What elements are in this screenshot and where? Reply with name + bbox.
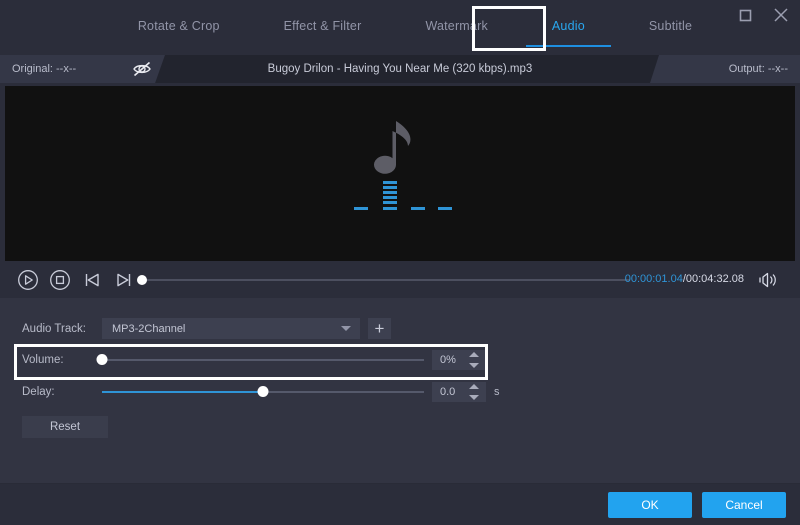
total-time: /00:04:32.08 [683,273,744,285]
cancel-label: Cancel [725,498,762,512]
plus-icon: + [375,320,385,337]
reset-button[interactable]: Reset [22,416,108,438]
volume-label: Volume: [22,354,94,366]
current-time: 00:00:01.04 [625,273,683,285]
spinner-down-icon[interactable] [469,363,479,368]
audio-settings-panel: Audio Track: MP3-2Channel + Volume: 0% [0,298,800,483]
seek-slider[interactable] [140,279,630,282]
timecode-display: 00:00:01.04/00:04:32.08 [625,273,744,285]
volume-stepper[interactable]: 0% [432,350,486,370]
tab-bar: Rotate & Crop Effect & Filter Watermark … [0,0,800,52]
play-circle-icon[interactable] [16,268,40,292]
tab-label: Rotate & Crop [138,19,220,33]
tab-label: Subtitle [649,19,692,33]
footer-buttons: OK Cancel [608,492,786,518]
delay-row: Delay: 0.0 s [0,382,500,402]
tab-label: Audio [552,19,585,33]
delay-stepper[interactable]: 0.0 [432,382,486,402]
spinner-up-icon[interactable] [469,384,479,389]
tab-effect-filter[interactable]: Effect & Filter [252,0,394,52]
audio-track-label: Audio Track: [22,323,94,335]
seek-track [140,279,630,281]
output-panel: Output: --x-- [650,55,800,83]
eye-slash-icon[interactable] [131,59,153,79]
ok-label: OK [641,498,658,512]
delay-spinner-arrows [469,384,479,400]
volume-handle[interactable] [97,354,108,365]
playback-controls [16,268,136,292]
stop-circle-icon[interactable] [48,268,72,292]
chevron-down-icon [341,326,351,331]
ok-button[interactable]: OK [608,492,692,518]
speaker-icon[interactable] [758,271,778,289]
delay-label: Delay: [22,386,94,398]
window-controls [734,0,792,30]
media-info-strip: Bugoy Drilon - Having You Near Me (320 k… [0,55,800,83]
delay-handle[interactable] [258,386,269,397]
volume-spinner-arrows [469,352,479,368]
audio-track-row: Audio Track: MP3-2Channel + [0,318,391,339]
album-art-placeholder [340,119,460,229]
close-icon[interactable] [770,4,792,26]
skip-next-icon[interactable] [112,268,136,292]
delay-value: 0.0 [440,386,455,398]
seek-handle[interactable] [137,275,147,285]
tab-label: Watermark [425,19,487,33]
tab-audio[interactable]: Audio [520,0,617,52]
spinner-down-icon[interactable] [469,395,479,400]
dialog-footer: OK Cancel [0,483,800,525]
audio-track-value: MP3-2Channel [112,323,185,335]
skip-previous-icon[interactable] [80,268,104,292]
delay-fill [102,391,263,393]
volume-row: Volume: 0% [0,350,486,370]
maximize-icon[interactable] [734,4,756,26]
delay-slider[interactable] [102,386,424,398]
original-label: Original: --x-- [12,63,76,75]
spinner-up-icon[interactable] [469,352,479,357]
tab-watermark[interactable]: Watermark [393,0,519,52]
video-preview-area[interactable] [5,86,795,261]
delay-unit: s [494,386,500,398]
audio-track-select[interactable]: MP3-2Channel [102,318,360,339]
volume-track [102,359,424,361]
reset-label: Reset [50,421,80,433]
tab-rotate-crop[interactable]: Rotate & Crop [106,0,252,52]
output-label: Output: --x-- [729,63,788,75]
transport-bar: 00:00:01.04/00:04:32.08 [0,262,800,298]
cancel-button[interactable]: Cancel [702,492,786,518]
tab-label: Effect & Filter [284,19,362,33]
volume-slider[interactable] [102,354,424,366]
volume-value: 0% [440,354,456,366]
add-audio-track-button[interactable]: + [368,318,391,339]
music-note-icon [368,119,420,190]
equalizer-icon [354,181,454,217]
audio-editor-window: Rotate & Crop Effect & Filter Watermark … [0,0,800,525]
tab-subtitle[interactable]: Subtitle [617,0,724,52]
tab-list: Rotate & Crop Effect & Filter Watermark … [106,0,724,52]
